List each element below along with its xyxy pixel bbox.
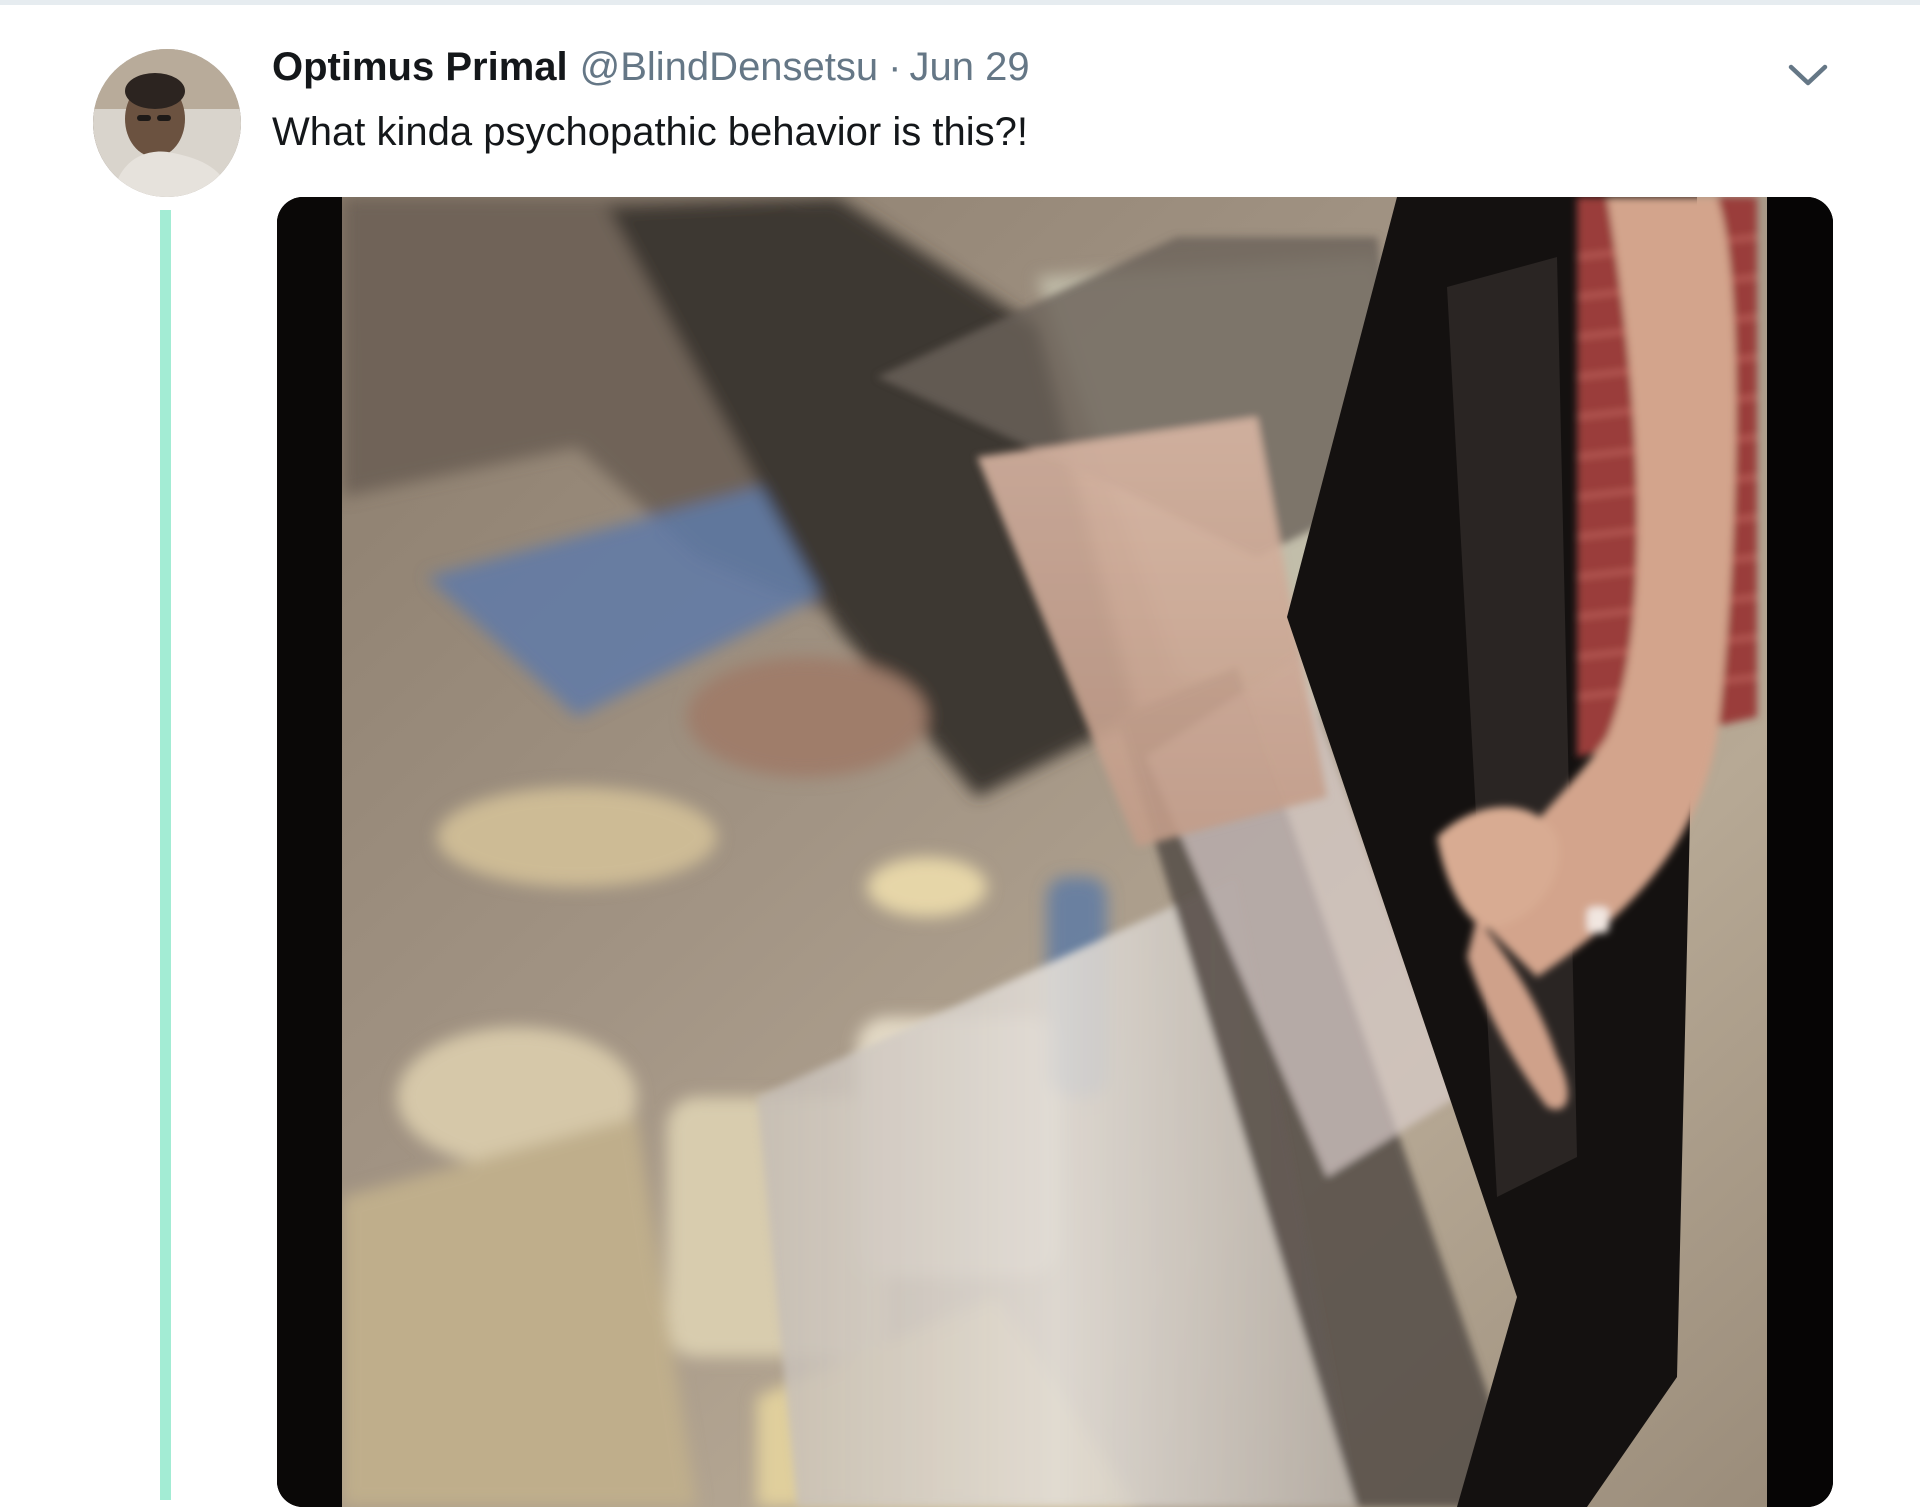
chevron-down-icon[interactable]: [1785, 57, 1831, 93]
tweet-header: Optimus Primal @BlindDensetsu · Jun 29: [272, 45, 1030, 97]
tweet-text: What kinda psychopathic behavior is this…: [272, 110, 1028, 154]
tweet-timestamp[interactable]: Jun 29: [910, 45, 1030, 90]
display-name[interactable]: Optimus Primal: [272, 45, 568, 90]
video-still-image: [277, 197, 1833, 1507]
user-avatar-photo-icon: [93, 49, 241, 197]
tweet[interactable]: Optimus Primal @BlindDensetsu · Jun 29 W…: [0, 5, 1920, 1507]
tweet-media-video[interactable]: [277, 197, 1833, 1507]
separator-dot: ·: [888, 45, 902, 89]
thread-line: [160, 210, 171, 1500]
user-handle[interactable]: @BlindDensetsu: [580, 45, 879, 90]
avatar[interactable]: [93, 49, 241, 197]
